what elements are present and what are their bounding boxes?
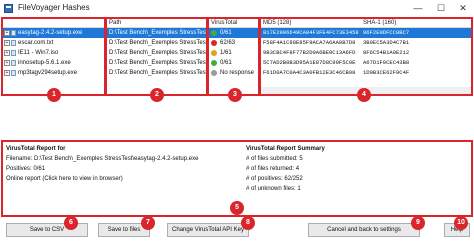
callout-badge-5: 5: [230, 201, 244, 215]
annotation-box-files: [1, 17, 106, 96]
callout-badge-8: 8: [241, 216, 255, 230]
callout-badge-2: 2: [150, 88, 164, 102]
maximize-button[interactable]: ☐: [434, 2, 448, 14]
annotation-box-virustotal: [207, 17, 260, 96]
callout-badge-1: 1: [47, 88, 61, 102]
close-button[interactable]: ✕: [456, 2, 470, 14]
window-title: FileVoyager Hashes: [18, 3, 90, 12]
cancel-back-to-settings-button[interactable]: Cancel and back to settings: [308, 223, 420, 237]
title-bar: FileVoyager Hashes — ☐ ✕: [0, 0, 474, 17]
annotation-box-path: [105, 17, 208, 96]
callout-badge-6: 6: [64, 216, 78, 230]
annotation-box-hashes: [259, 17, 473, 96]
callout-badge-7: 7: [141, 216, 155, 230]
minimize-button[interactable]: —: [411, 2, 425, 14]
app-icon: [4, 4, 13, 13]
callout-badge-3: 3: [228, 88, 242, 102]
callout-badge-9: 9: [411, 216, 425, 230]
callout-badge-4: 4: [357, 88, 371, 102]
change-api-key-button[interactable]: Change VirusTotal API Key: [167, 223, 249, 237]
callout-badge-10: 10: [454, 216, 468, 230]
